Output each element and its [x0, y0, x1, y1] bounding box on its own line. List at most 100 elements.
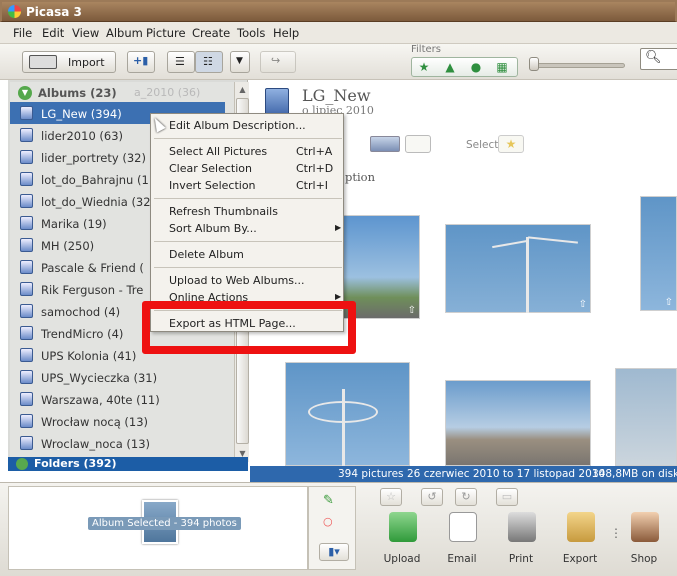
upload-badge-icon: ⇧	[664, 297, 673, 308]
album-icon	[20, 128, 33, 142]
shop-action[interactable]: Shop	[618, 512, 670, 572]
menu-item-upload-web-albums[interactable]: Upload to Web Albums...	[151, 272, 345, 289]
picture-count: 394 pictures	[338, 468, 404, 480]
rotate-left-button[interactable]: ↺	[421, 488, 443, 506]
album-name: lot_do_Wiednia (32	[41, 195, 151, 209]
album-item[interactable]: Wrocław nocą (13)	[10, 410, 225, 432]
album-icon	[20, 260, 33, 274]
menu-create[interactable]: Create	[192, 26, 230, 40]
photo-thumbnail[interactable]	[285, 362, 410, 469]
clear-icon[interactable]: ○	[323, 515, 333, 528]
menu-picture[interactable]: Picture	[146, 26, 186, 40]
photo-thumbnail[interactable]	[445, 380, 591, 466]
menu-item-refresh-thumbnails[interactable]: Refresh Thumbnails	[151, 203, 345, 220]
menu-item-edit-description[interactable]: Edit Album Description...	[151, 117, 345, 134]
album-name: Wroclaw_noca (13)	[41, 437, 151, 451]
menu-item-select-all[interactable]: Select All Pictures Ctrl+A	[151, 143, 345, 160]
rotate-right-button[interactable]: ↻	[455, 488, 477, 506]
menu-item-label: Clear Selection	[169, 162, 252, 175]
menu-item-label: Delete Album	[169, 248, 244, 261]
filter-slider-track[interactable]	[535, 63, 625, 68]
export-label: Export	[562, 553, 598, 565]
album-name: Pascale & Friend (	[41, 261, 144, 275]
camera-icon	[29, 55, 57, 69]
email-action[interactable]: Email	[436, 512, 488, 572]
album-icon	[20, 282, 33, 296]
album-item[interactable]: UPS_Wycieczka (31)	[10, 366, 225, 388]
albums-section-header[interactable]: ▼ Albums (23) a_2010 (36)	[14, 84, 234, 102]
filter-slider-knob[interactable]	[529, 57, 539, 71]
menu-item-clear-selection[interactable]: Clear Selection Ctrl+D	[151, 160, 345, 177]
toolbar: Import +▮ ☰ ☷ ▼ ↪ Filters ★ ▲ ● ▦	[0, 44, 677, 80]
rotate-album-icon[interactable]	[405, 135, 431, 153]
scroll-up-icon[interactable]: ▲	[236, 82, 249, 98]
window-title: Picasa 3	[26, 5, 82, 19]
ghost-album-text: a_2010 (36)	[134, 86, 201, 99]
print-label: Print	[508, 553, 534, 565]
album-description: ption	[345, 170, 375, 184]
star-filter-icon[interactable]: ★	[414, 60, 434, 74]
album-name: lider_portrety (32)	[41, 151, 146, 165]
album-name: Marika (19)	[41, 217, 107, 231]
select-star-icon[interactable]: ★	[498, 135, 524, 153]
search-box[interactable]: 🔍︎	[640, 48, 677, 70]
menu-help[interactable]: Help	[273, 26, 299, 40]
upload-filter-icon[interactable]: ▲	[440, 60, 460, 74]
album-name: lot_do_Bahrajnu (1	[41, 173, 149, 187]
upload-icon	[389, 512, 417, 542]
transfer-icon: ↪	[271, 54, 281, 67]
folder-icon	[567, 512, 595, 542]
chevron-down-icon: ▼	[236, 56, 243, 66]
menu-item-delete-album[interactable]: Delete Album	[151, 246, 345, 263]
menu-item-label: Invert Selection	[169, 179, 256, 192]
pin-icon[interactable]: ✎	[323, 493, 334, 508]
face-filter-icon[interactable]: ●	[466, 60, 486, 74]
upload-label: Upload	[383, 553, 421, 565]
import-button[interactable]: Import	[22, 51, 116, 73]
photo-thumbnail[interactable]	[615, 368, 677, 466]
album-item[interactable]: Wroclaw_noca (13)	[10, 432, 225, 454]
star-icon: ☆	[386, 490, 396, 503]
menu-separator	[154, 267, 342, 268]
list-view-button[interactable]: ☰	[167, 51, 195, 73]
menu-item-invert-selection[interactable]: Invert Selection Ctrl+I	[151, 177, 345, 194]
collapse-icon[interactable]: ▼	[18, 86, 32, 100]
export-action[interactable]: Export	[554, 512, 606, 572]
filters-label: Filters	[411, 44, 441, 55]
print-action[interactable]: Print	[495, 512, 547, 572]
photo-thumbnail[interactable]: ⇧	[445, 224, 591, 313]
menu-view[interactable]: View	[72, 26, 99, 40]
geotag-filter-icon[interactable]: ▦	[492, 60, 512, 74]
menu-file[interactable]: File	[13, 26, 32, 40]
rotate-button[interactable]: ↪	[260, 51, 296, 73]
album-name: MH (250)	[41, 239, 95, 253]
menu-album[interactable]: Album	[106, 26, 143, 40]
printer-icon	[508, 512, 536, 542]
album-name: Warszawa, 40te (11)	[41, 393, 160, 407]
folders-section-header[interactable]: Folders (392)	[8, 457, 248, 471]
add-to-album-dropdown[interactable]: ▮▾	[319, 543, 349, 561]
menu-shortcut: Ctrl+A	[296, 145, 333, 158]
detail-view-button[interactable]: ☷	[195, 51, 223, 73]
view-dropdown-button[interactable]: ▼	[230, 51, 250, 73]
star-button[interactable]: ☆	[380, 488, 402, 506]
menu-edit[interactable]: Edit	[42, 26, 64, 40]
menu-item-label: Sort Album By...	[169, 222, 257, 235]
album-selected-label: Album Selected - 394 photos	[88, 517, 241, 530]
upload-action[interactable]: Upload	[376, 512, 428, 572]
expand-icon[interactable]	[16, 458, 28, 470]
menu-item-sort-album[interactable]: Sort Album By... ▶	[151, 220, 345, 237]
filters-group: ★ ▲ ● ▦	[411, 57, 518, 77]
add-to-album-button[interactable]: +▮	[127, 51, 155, 73]
menu-bar: File Edit View Album Picture Create Tool…	[0, 22, 677, 44]
tag-button[interactable]: ▭	[496, 488, 518, 506]
album-icon	[20, 238, 33, 252]
album-item[interactable]: Warszawa, 40te (11)	[10, 388, 225, 410]
detail-list-icon: ☷	[203, 55, 213, 68]
photo-thumbnail[interactable]: ⇧	[640, 196, 677, 311]
album-name: UPS Kolonia (41)	[41, 349, 137, 363]
menu-tools[interactable]: Tools	[237, 26, 265, 40]
select-label: Select	[466, 139, 499, 151]
status-bar: 394 pictures 26 czerwiec 2010 to 17 list…	[250, 466, 677, 482]
slideshow-icon[interactable]	[370, 136, 400, 152]
